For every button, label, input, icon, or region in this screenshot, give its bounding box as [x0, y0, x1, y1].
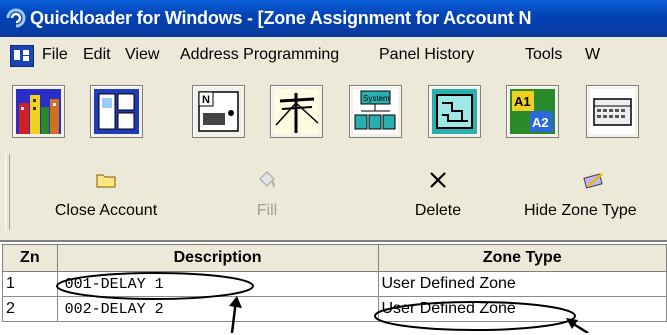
a1-label: A1: [514, 94, 531, 109]
header-zone-type[interactable]: Zone Type: [377, 244, 667, 272]
title-bar: Quickloader for Windows - [Zone Assignme…: [0, 0, 667, 37]
zone-grid: Zn Description Zone Type 1 001-DELAY 1 U…: [0, 240, 667, 335]
cell-description[interactable]: 001-DELAY 1: [56, 271, 379, 297]
header-description[interactable]: Description: [56, 244, 379, 272]
keyboard-button[interactable]: [586, 85, 639, 138]
circuit-icon: [432, 89, 477, 134]
menu-edit[interactable]: Edit: [83, 46, 111, 64]
hide-zone-type-button[interactable]: Hide Zone Type: [518, 146, 667, 238]
city-button[interactable]: [12, 85, 65, 138]
icon-toolbar: N System A1 A2: [0, 74, 667, 147]
menu-bar: File Edit View Address Programming Panel…: [0, 37, 667, 75]
a1-a2-button[interactable]: A1 A2: [506, 85, 559, 138]
panel-icon-label: N: [202, 94, 210, 106]
close-account-button[interactable]: Close Account: [32, 146, 180, 238]
delete-x-icon: [430, 172, 446, 188]
keyboard-icon: [590, 89, 635, 134]
cell-zn[interactable]: 2: [2, 296, 58, 322]
system-button[interactable]: System: [349, 85, 402, 138]
a2-label: A2: [532, 115, 549, 130]
zone-table: Zn Description Zone Type 1 001-DELAY 1 U…: [2, 244, 667, 322]
menu-tools[interactable]: Tools: [525, 46, 562, 64]
table-header-row: Zn Description Zone Type: [2, 244, 667, 272]
table-row[interactable]: 2 002-DELAY 2 User Defined Zone: [2, 296, 667, 322]
action-toolbar: Close Account Fill Delete Hide Zone Type: [0, 146, 667, 238]
fill-button[interactable]: Fill: [238, 146, 296, 238]
cell-zone-type[interactable]: User Defined Zone: [377, 296, 667, 322]
toolbar-grip[interactable]: [5, 154, 10, 230]
cell-zone-type[interactable]: User Defined Zone: [377, 271, 667, 297]
system-menu-icon[interactable]: [10, 45, 34, 67]
cell-description[interactable]: 002-DELAY 2: [56, 296, 379, 322]
system-icon: System: [353, 89, 398, 134]
header-zn[interactable]: Zn: [2, 244, 58, 272]
power-pole-icon: [274, 89, 319, 134]
circuit-button[interactable]: [428, 85, 481, 138]
a1-a2-icon: A1 A2: [510, 89, 555, 134]
cell-zn[interactable]: 1: [2, 271, 58, 297]
menu-window[interactable]: W: [585, 46, 609, 64]
delete-label: Delete: [414, 202, 462, 219]
fill-label: Fill: [256, 202, 278, 219]
panel-icon: N: [198, 91, 239, 132]
hide-zone-type-icon: [583, 173, 603, 189]
table-row[interactable]: 1 001-DELAY 1 User Defined Zone: [2, 271, 667, 297]
menu-address-programming[interactable]: Address Programming: [180, 46, 339, 64]
panel-button[interactable]: N: [192, 85, 245, 138]
power-pole-button[interactable]: [270, 85, 323, 138]
app-icon: [6, 8, 26, 28]
system-icon-label: System: [363, 94, 390, 103]
paint-bucket-icon: [259, 171, 275, 188]
menu-file[interactable]: File: [42, 46, 68, 64]
menu-view[interactable]: View: [125, 46, 159, 64]
close-account-label: Close Account: [54, 202, 158, 219]
city-icon: [16, 89, 61, 134]
folder-icon: [96, 174, 116, 188]
layout-icon: [94, 89, 139, 134]
hide-zone-type-label: Hide Zone Type: [524, 202, 637, 219]
menu-panel-history[interactable]: Panel History: [379, 46, 474, 64]
delete-button[interactable]: Delete: [395, 146, 481, 238]
layout-button[interactable]: [90, 85, 143, 138]
window-title: Quickloader for Windows - [Zone Assignme…: [30, 8, 532, 28]
